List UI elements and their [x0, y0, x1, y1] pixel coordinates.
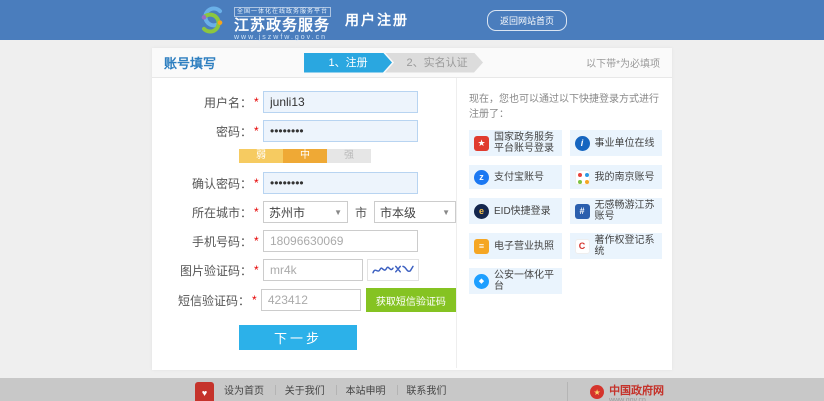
city-select-value: 苏州市: [269, 204, 305, 221]
captcha-label: 图片验证码：: [152, 262, 252, 279]
password-row: 密码： *: [152, 120, 456, 142]
step-indicator: 1、注册 2、实名认证: [304, 53, 483, 73]
step-register: 1、注册: [304, 53, 392, 73]
district-select[interactable]: 市本级 ▼: [374, 201, 456, 223]
required-star: *: [254, 263, 260, 277]
username-label: 用户名：: [152, 94, 252, 111]
footer-divider: [567, 382, 568, 401]
quick-login-jiangsu-travel[interactable]: 无感畅游江苏账号: [570, 198, 663, 224]
required-star: *: [254, 176, 260, 190]
required-star: *: [252, 293, 258, 307]
eid-icon: [474, 204, 489, 219]
confirm-password-label: 确认密码：: [152, 175, 252, 192]
china-gov-site-name: 中国政府网: [609, 385, 664, 397]
username-input[interactable]: [263, 91, 418, 113]
quick-login-copyright[interactable]: 著作权登记系统: [570, 233, 663, 259]
footer-link-contact[interactable]: 联系我们: [388, 386, 446, 397]
national-emblem-icon: [474, 136, 489, 151]
strength-strong: 强: [327, 149, 371, 163]
quick-login-label: 无感畅游江苏账号: [595, 200, 658, 222]
sms-row: 短信验证码： * 获取短信验证码: [152, 288, 456, 312]
quick-login-label: 公安一体化平台: [494, 270, 557, 292]
step-realname: 2、实名认证: [385, 53, 483, 73]
header-bar: 全国一体化在线政务服务平台 江苏政务服务 www.jszwfw.gov.cn 用…: [0, 0, 824, 40]
next-step-button[interactable]: 下一步: [239, 325, 357, 350]
city-label: 所在城市：: [152, 204, 252, 221]
copyright-icon: [575, 239, 590, 254]
mobile-input[interactable]: [263, 230, 418, 252]
register-card: 账号填写 1、注册 2、实名认证 以下带*为必填项 用户名： * 密码： *: [152, 48, 672, 370]
password-strength-meter: 弱 中 强: [239, 149, 456, 163]
back-to-home-button[interactable]: 返回网站首页: [487, 10, 567, 31]
quick-login-label: 国家政务服务平台账号登录: [494, 132, 557, 154]
footer-emblem-icon: [195, 382, 214, 401]
confirm-password-input[interactable]: [263, 172, 418, 194]
china-gov-emblem-icon: [590, 385, 604, 399]
footer-link-set-home[interactable]: 设为首页: [224, 386, 264, 397]
alipay-icon: [474, 170, 489, 185]
quick-login-institution[interactable]: 事业单位在线: [570, 130, 663, 156]
quick-login-panel: 现在，您也可以通过以下快捷登录方式进行注册了： 国家政务服务平台账号登录 事业单…: [457, 78, 672, 368]
site-logo-swirl-icon: [196, 4, 228, 36]
site-url: www.jszwfw.gov.cn: [234, 34, 331, 41]
quick-login-note: 现在，您也可以通过以下快捷登录方式进行注册了：: [469, 90, 662, 120]
quick-login-my-nanjing[interactable]: 我的南京账号: [570, 165, 663, 189]
institution-icon: [575, 136, 590, 151]
footer-link-statement[interactable]: 本站申明: [328, 386, 386, 397]
required-star: *: [254, 234, 260, 248]
mobile-row: 手机号码： *: [152, 230, 456, 252]
city-row: 所在城市： * 苏州市 ▼ 市 市本级 ▼: [152, 201, 456, 223]
page-title: 用户注册: [345, 10, 409, 30]
quick-login-label: EID快捷登录: [494, 206, 551, 217]
quick-login-alipay[interactable]: 支付宝账号: [469, 165, 562, 189]
city-select[interactable]: 苏州市 ▼: [263, 201, 348, 223]
jiangsu-travel-icon: [575, 204, 590, 219]
strength-weak: 弱: [239, 149, 283, 163]
captcha-row: 图片验证码： *: [152, 259, 456, 281]
register-form: 用户名： * 密码： * 弱 中 强 确认密码： *: [152, 78, 457, 368]
city-middle-label: 市: [355, 204, 367, 221]
china-gov-site-link[interactable]: 中国政府网 www.gov.cn: [590, 382, 664, 401]
strength-medium: 中: [283, 149, 327, 163]
confirm-password-row: 确认密码： *: [152, 172, 456, 194]
quick-login-national-platform[interactable]: 国家政务服务平台账号登录: [469, 130, 562, 156]
password-input[interactable]: [263, 120, 418, 142]
required-star: *: [254, 205, 260, 219]
my-nanjing-icon: [575, 170, 590, 185]
site-logo: 全国一体化在线政务服务平台 江苏政务服务 www.jszwfw.gov.cn: [234, 0, 331, 41]
required-star: *: [254, 124, 260, 138]
quick-login-label: 事业单位在线: [595, 138, 655, 149]
quick-login-label: 电子营业执照: [494, 241, 554, 252]
site-name: 江苏政务服务: [234, 18, 331, 34]
public-security-icon: [474, 274, 489, 289]
chevron-down-icon: ▼: [334, 208, 342, 217]
required-star: *: [254, 95, 260, 109]
quick-login-public-security[interactable]: 公安一体化平台: [469, 268, 562, 294]
logo-banner-text: 全国一体化在线政务服务平台: [234, 7, 331, 17]
section-title: 账号填写: [164, 53, 216, 72]
district-select-value: 市本级: [380, 204, 416, 221]
footer-links: 设为首页 关于我们 本站申明 联系我们: [224, 382, 527, 397]
username-row: 用户名： *: [152, 91, 456, 113]
required-note: 以下带*为必填项: [586, 55, 660, 70]
step-bar: 账号填写 1、注册 2、实名认证 以下带*为必填项: [152, 48, 672, 78]
main-area: 账号填写 1、注册 2、实名认证 以下带*为必填项 用户名： * 密码： *: [0, 40, 824, 370]
sms-code-input[interactable]: [261, 289, 361, 311]
captcha-input[interactable]: [263, 259, 363, 281]
e-license-icon: [474, 239, 489, 254]
quick-login-eid[interactable]: EID快捷登录: [469, 198, 562, 224]
china-gov-site-url: www.gov.cn: [609, 397, 664, 401]
quick-login-e-license[interactable]: 电子营业执照: [469, 233, 562, 259]
footer-link-about[interactable]: 关于我们: [267, 386, 325, 397]
footer: 设为首页 关于我们 本站申明 联系我们 主办：江苏省政务服务管理办公室 运行维护…: [0, 378, 824, 401]
chevron-down-icon: ▼: [442, 208, 450, 217]
mobile-label: 手机号码：: [152, 233, 252, 250]
captcha-image[interactable]: [367, 259, 419, 281]
quick-login-label: 支付宝账号: [494, 172, 544, 183]
quick-login-label: 我的南京账号: [595, 172, 655, 183]
password-label: 密码：: [152, 123, 252, 140]
sms-label: 短信验证码：: [152, 292, 250, 309]
get-sms-code-button[interactable]: 获取短信验证码: [366, 288, 456, 312]
quick-login-label: 著作权登记系统: [595, 235, 658, 257]
